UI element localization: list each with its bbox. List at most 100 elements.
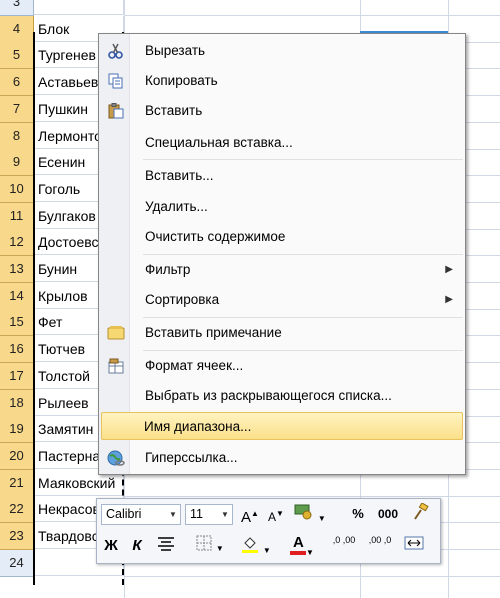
menu-item-hyperlink[interactable]: Гиперссылка...	[101, 444, 463, 472]
borders-button[interactable]: ▼	[193, 535, 227, 557]
thousands-button[interactable]: 000	[374, 503, 402, 525]
row-header[interactable]: 11	[0, 202, 34, 230]
hyperlink-globe-icon	[107, 450, 125, 466]
font-name-value: Calibri	[106, 507, 142, 521]
fill-bucket-icon	[241, 537, 263, 556]
menu-label: Удалить...	[145, 199, 208, 214]
row-header[interactable]: 4	[0, 15, 34, 43]
merge-cells-icon	[404, 536, 424, 554]
menu-item-insert-comment[interactable]: Вставить примечание	[101, 319, 463, 347]
italic-button[interactable]: К	[127, 535, 147, 557]
context-menu: Вырезать Копировать Вставить Специальная…	[98, 33, 466, 475]
thousands-icon: 000	[377, 507, 399, 521]
row-header[interactable]: 9	[0, 149, 34, 177]
row-header[interactable]: 14	[0, 282, 34, 310]
scissors-icon	[107, 43, 125, 59]
merge-center-button[interactable]	[401, 535, 427, 557]
format-cells-icon	[107, 358, 125, 374]
center-align-button[interactable]	[155, 535, 177, 557]
row-header[interactable]: 23	[0, 523, 34, 550]
menu-label: Гиперссылка...	[145, 450, 238, 465]
menu-item-insert[interactable]: Вставить...	[101, 162, 463, 190]
comment-icon	[107, 325, 125, 341]
row-header[interactable]: 10	[0, 175, 34, 203]
menu-label: Специальная вставка...	[145, 135, 293, 150]
menu-separator	[143, 350, 463, 351]
menu-item-delete[interactable]: Удалить...	[101, 193, 463, 221]
row-header[interactable]: 15	[0, 309, 34, 337]
row-header[interactable]: 3	[0, 0, 34, 16]
row-header[interactable]: 18	[0, 389, 34, 417]
row-header[interactable]: 19	[0, 416, 34, 444]
row-header[interactable]: 7	[0, 95, 34, 123]
menu-separator	[143, 159, 463, 160]
menu-item-sort[interactable]: Сортировка ▶	[101, 286, 463, 314]
cell-a[interactable]	[34, 0, 124, 15]
chevron-down-icon: ▼	[169, 510, 177, 519]
menu-label: Сортировка	[145, 292, 220, 307]
row-header[interactable]: 5	[0, 42, 34, 70]
menu-item-pick-from-list[interactable]: Выбрать из раскрывающегося списка...	[101, 382, 463, 410]
row-header[interactable]: 24	[0, 549, 34, 577]
row-header[interactable]: 22	[0, 496, 34, 524]
menu-item-name-range[interactable]: Имя диапазона...	[101, 412, 463, 440]
grow-font-icon: A	[241, 509, 252, 526]
fill-color-button[interactable]: ▼	[239, 535, 273, 557]
menu-label: Формат ячеек...	[145, 358, 244, 373]
row-header[interactable]: 12	[0, 229, 34, 257]
chevron-down-icon: ▼	[221, 510, 229, 519]
percent-icon: %	[352, 506, 364, 521]
decrease-decimal-icon: ,00 ,0	[368, 535, 392, 545]
menu-separator	[143, 317, 463, 318]
align-center-icon	[157, 537, 175, 554]
menu-label: Имя диапазона...	[144, 419, 252, 434]
menu-label: Фильтр	[145, 262, 191, 277]
menu-item-format-cells[interactable]: Формат ячеек...	[101, 352, 463, 380]
font-color-icon: A	[290, 534, 307, 555]
format-painter-icon	[411, 502, 429, 524]
shrink-font-icon: A	[268, 510, 277, 524]
borders-icon	[196, 535, 216, 554]
shrink-font-button[interactable]: A▼	[265, 503, 287, 525]
table-row: 3	[0, 0, 500, 16]
menu-label: Вставить...	[145, 168, 214, 183]
cell-b[interactable]	[124, 0, 500, 16]
menu-separator	[143, 254, 463, 255]
submenu-arrow-icon: ▶	[445, 294, 453, 305]
row-header[interactable]: 20	[0, 442, 34, 470]
increase-decimal-icon: ,0 ,00	[332, 535, 356, 545]
row-header[interactable]: 13	[0, 256, 34, 283]
font-color-button[interactable]: A ▼	[285, 534, 319, 557]
decrease-decimal-button[interactable]: ,00 ,0	[365, 535, 395, 557]
menu-label: Вырезать	[145, 43, 206, 58]
menu-item-paste[interactable]: Вставить	[101, 97, 463, 125]
mini-toolbar: Calibri ▼ 11 ▼ A▲ A▼ ▼ % 000 Ж К ▼ ▼ A ▼…	[96, 498, 441, 564]
percent-button[interactable]: %	[347, 503, 369, 525]
menu-label: Выбрать из раскрывающегося списка...	[145, 388, 392, 403]
row-header[interactable]: 17	[0, 362, 34, 390]
bold-icon: Ж	[104, 537, 118, 554]
font-size-combo[interactable]: 11 ▼	[185, 504, 233, 525]
menu-item-filter[interactable]: Фильтр ▶	[101, 256, 463, 284]
menu-item-clear-contents[interactable]: Очистить содержимое	[101, 223, 463, 251]
menu-item-cut[interactable]: Вырезать	[101, 37, 463, 65]
accounting-format-button[interactable]: ▼	[293, 503, 327, 525]
menu-label: Копировать	[145, 73, 218, 88]
font-name-combo[interactable]: Calibri ▼	[101, 504, 181, 525]
row-header[interactable]: 6	[0, 69, 34, 97]
grow-font-button[interactable]: A▲	[239, 503, 261, 526]
font-size-value: 11	[190, 507, 203, 521]
menu-label: Вставить	[145, 103, 203, 118]
row-header[interactable]: 16	[0, 336, 34, 364]
menu-item-paste-special[interactable]: Специальная вставка...	[101, 129, 463, 157]
bold-button[interactable]: Ж	[101, 535, 121, 557]
format-painter-button[interactable]	[407, 502, 433, 525]
italic-icon: К	[132, 537, 142, 554]
row-header[interactable]: 21	[0, 469, 34, 497]
increase-decimal-button[interactable]: ,0 ,00	[329, 535, 359, 557]
menu-label: Очистить содержимое	[145, 229, 286, 244]
row-header[interactable]: 8	[0, 122, 34, 150]
money-icon	[294, 504, 318, 524]
copy-icon	[107, 73, 125, 89]
menu-item-copy[interactable]: Копировать	[101, 67, 463, 95]
